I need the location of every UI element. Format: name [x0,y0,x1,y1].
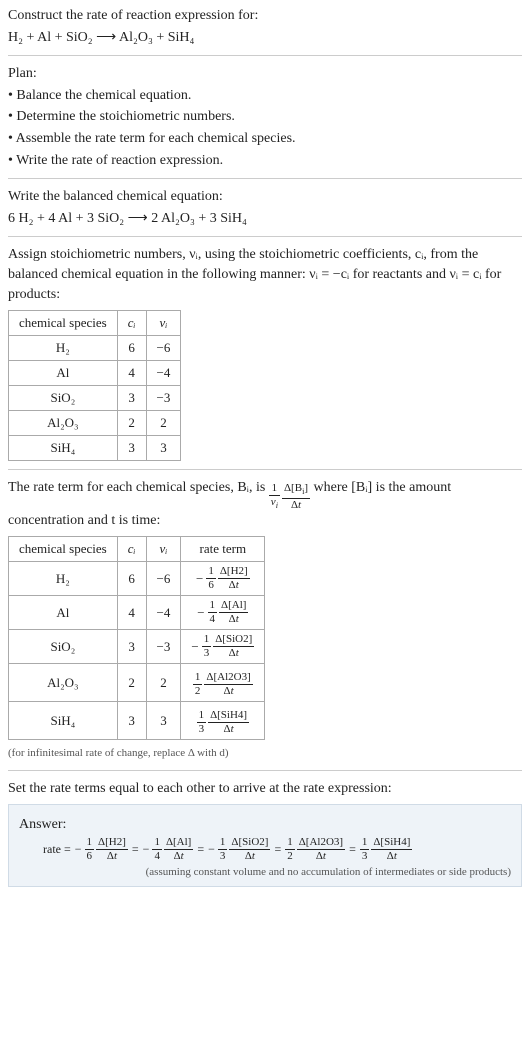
cell-c: 6 [117,336,146,361]
cell-species: H₂ [9,336,118,361]
table-row: SiO₂ 3 −3 −13 Δ[SiO2]Δt [9,630,265,664]
divider [8,469,522,470]
rate-label: rate = [43,842,71,857]
cell-rate-term: 12 Δ[Al2O3]Δt [181,664,265,702]
cell-rate-term: −13 Δ[SiO2]Δt [181,630,265,664]
plan-item: • Balance the chemical equation. [8,86,522,106]
frac-delta: Δ[Bi]Δt [282,483,310,510]
cell-v: −6 [146,562,181,596]
col-ci: cᵢ [117,311,146,336]
cell-c: 2 [117,411,146,436]
balanced-title: Write the balanced chemical equation: [8,187,522,207]
cell-v: 3 [146,436,181,461]
cell-rate-term: 13 Δ[SiH4]Δt [181,702,265,740]
answer-label: Answer: [19,815,511,835]
unbalanced-reaction: H₂ + Al + SiO₂ ⟶ Al₂O₃ + SiH₄ [8,28,522,48]
cell-species: SiO₂ [9,630,118,664]
table-row: SiH₄ 3 3 [9,436,181,461]
plan-item-text: Determine the stoichiometric numbers. [16,109,235,124]
col-ci: cᵢ [117,537,146,562]
rate-terms-intro: The rate term for each chemical species,… [8,478,522,530]
cell-species: Al₂O₃ [9,411,118,436]
plan-item-text: Balance the chemical equation. [16,88,191,103]
cell-c: 2 [117,664,146,702]
cell-species: Al [9,596,118,630]
divider [8,55,522,56]
cell-c: 6 [117,562,146,596]
cell-c: 4 [117,361,146,386]
rate-term-formula: 1νi Δ[Bi]Δt [269,483,310,510]
cell-c: 3 [117,702,146,740]
divider [8,178,522,179]
col-rate-term: rate term [181,537,265,562]
infinitesimal-note: (for infinitesimal rate of change, repla… [8,746,522,761]
cell-c: 3 [117,436,146,461]
cell-v: 2 [146,411,181,436]
cell-c: 3 [117,386,146,411]
table-row: H₂ 6 −6 −16 Δ[H2]Δt [9,562,265,596]
cell-species: SiH₄ [9,436,118,461]
col-ci-text: cᵢ [128,315,136,330]
table-row: H₂ 6 −6 [9,336,181,361]
cell-species: H₂ [9,562,118,596]
cell-v: −4 [146,361,181,386]
plan-item-text: Write the rate of reaction expression. [16,153,223,168]
cell-c: 4 [117,596,146,630]
col-vi-text: νᵢ [160,315,168,330]
cell-rate-term: −16 Δ[H2]Δt [181,562,265,596]
cell-v: 3 [146,702,181,740]
table-row: Al 4 −4 [9,361,181,386]
table-row: SiH₄ 3 3 13 Δ[SiH4]Δt [9,702,265,740]
cell-species: Al₂O₃ [9,664,118,702]
col-vi: νᵢ [146,311,181,336]
divider [8,236,522,237]
answer-note: (assuming constant volume and no accumul… [19,866,511,878]
col-species: chemical species [9,537,118,562]
answer-box: Answer: rate = −16 Δ[H2]Δt = −14 Δ[Al]Δt… [8,804,522,887]
col-vi-text: νᵢ [160,541,168,556]
table-row: Al₂O₃ 2 2 12 Δ[Al2O3]Δt [9,664,265,702]
cell-v: −6 [146,336,181,361]
rate-expression: rate = −16 Δ[H2]Δt = −14 Δ[Al]Δt = −13 Δ… [19,837,511,862]
stoich-table: chemical species cᵢ νᵢ H₂ 6 −6 Al 4 −4 S… [8,310,181,461]
cell-rate-term: −14 Δ[Al]Δt [181,596,265,630]
col-ci-text: cᵢ [128,541,136,556]
intro-part1: The rate term for each chemical species,… [8,480,265,495]
plan-item: • Determine the stoichiometric numbers. [8,107,522,127]
frac-coef: 1νi [269,483,280,510]
table-header-row: chemical species cᵢ νᵢ [9,311,181,336]
table-header-row: chemical species cᵢ νᵢ rate term [9,537,265,562]
col-vi: νᵢ [146,537,181,562]
sign: − [191,639,198,655]
cell-v: −4 [146,596,181,630]
cell-c: 3 [117,630,146,664]
stoich-intro: Assign stoichiometric numbers, νᵢ, using… [8,245,522,304]
divider [8,770,522,771]
cell-species: SiH₄ [9,702,118,740]
cell-v: 2 [146,664,181,702]
plan-item-text: Assemble the rate term for each chemical… [16,131,296,146]
table-row: Al₂O₃ 2 2 [9,411,181,436]
plan-item: • Write the rate of reaction expression. [8,151,522,171]
table-row: Al 4 −4 −14 Δ[Al]Δt [9,596,265,630]
cell-v: −3 [146,630,181,664]
cell-v: −3 [146,386,181,411]
plan-title: Plan: [8,64,522,84]
balanced-equation: 6 H₂ + 4 Al + 3 SiO₂ ⟶ 2 Al₂O₃ + 3 SiH₄ [8,209,522,229]
sign: − [197,605,204,621]
table-row: SiO₂ 3 −3 [9,386,181,411]
sign: − [196,571,203,587]
plan-item: • Assemble the rate term for each chemic… [8,129,522,149]
prompt-text: Construct the rate of reaction expressio… [8,6,522,26]
cell-species: Al [9,361,118,386]
cell-species: SiO₂ [9,386,118,411]
col-species: chemical species [9,311,118,336]
rate-terms-table: chemical species cᵢ νᵢ rate term H₂ 6 −6… [8,536,265,740]
final-intro: Set the rate terms equal to each other t… [8,779,522,799]
